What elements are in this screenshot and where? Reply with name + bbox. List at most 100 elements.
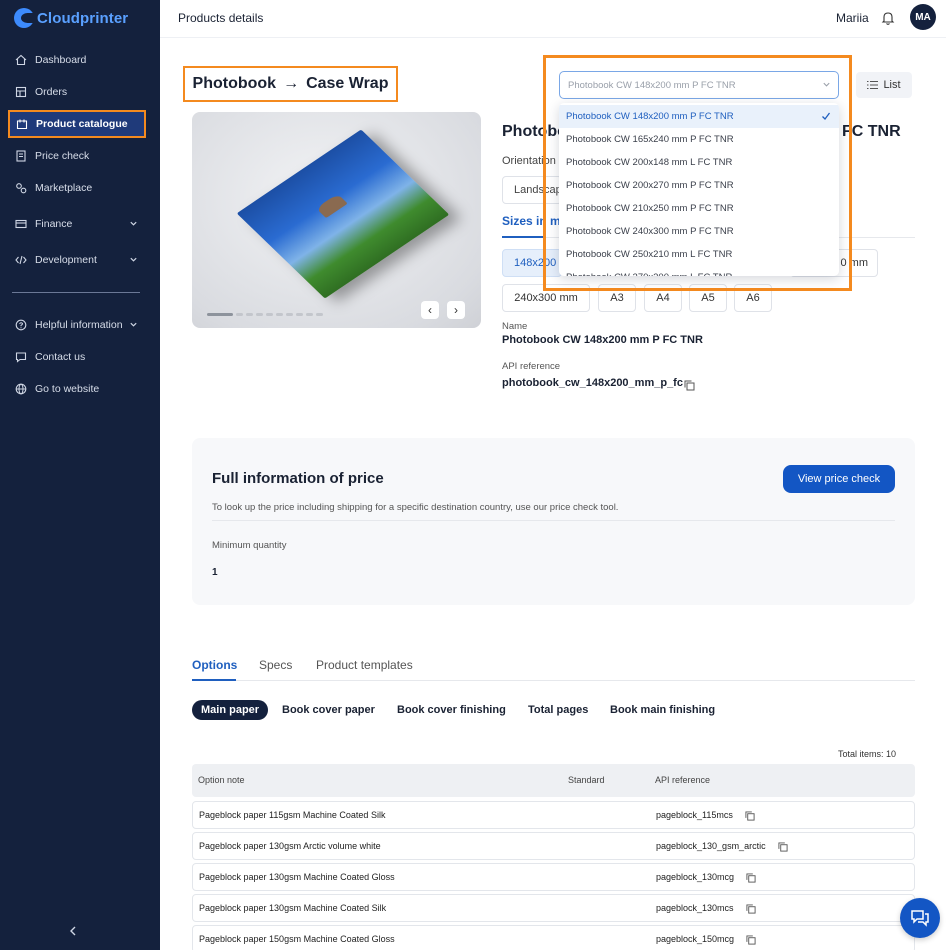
pill-book-cover-paper[interactable]: Book cover paper xyxy=(273,700,384,720)
carousel-dot[interactable] xyxy=(276,313,283,316)
product-variant-dropdown-menu: Photobook CW 148x200 mm P FC TNR Photoboo… xyxy=(559,103,839,276)
cell-api-reference: pageblock_130_gsm_arctic xyxy=(656,841,766,851)
pill-total-pages[interactable]: Total pages xyxy=(519,700,597,720)
sidebar-item-go-to-website[interactable]: Go to website xyxy=(12,376,146,402)
carousel-dot[interactable] xyxy=(316,313,323,316)
dropdown-option[interactable]: Photobook CW 148x200 mm P FC TNR xyxy=(559,105,839,128)
sidebar-item-label: Helpful information xyxy=(35,319,123,331)
sidebar-item-label: Orders xyxy=(35,86,68,98)
chevron-down-icon xyxy=(823,82,830,87)
cell-api-reference: pageblock_115mcs xyxy=(656,810,733,820)
price-info-card: Full information of price To look up the… xyxy=(192,438,915,605)
catalogue-icon xyxy=(15,117,29,131)
title-product-type: Case Wrap xyxy=(306,75,389,92)
carousel-dot[interactable] xyxy=(286,313,293,316)
price-check-icon xyxy=(14,149,28,163)
chat-icon xyxy=(14,350,28,364)
tab-options[interactable]: Options xyxy=(192,658,237,672)
marketplace-icon xyxy=(14,181,28,195)
sidebar-item-finance[interactable]: Finance xyxy=(12,211,146,237)
chevron-right-icon: › xyxy=(454,303,458,317)
table-row: Pageblock paper 130gsm Machine Coated Si… xyxy=(192,894,915,922)
carousel-next-button[interactable]: › xyxy=(447,301,465,319)
chevron-left-icon: ‹ xyxy=(428,303,432,317)
dropdown-option[interactable]: Photobook CW 270x200 mm L FC TNR xyxy=(559,266,839,276)
cell-api-reference: pageblock_130mcs xyxy=(656,903,734,913)
collapse-sidebar-icon[interactable] xyxy=(66,924,80,938)
tab-product-templates[interactable]: Product templates xyxy=(316,658,413,672)
chat-icon xyxy=(911,910,929,927)
sidebar-item-development[interactable]: Development xyxy=(12,247,146,273)
list-view-button[interactable]: List xyxy=(856,72,912,98)
logo-icon xyxy=(14,8,34,28)
product-image-carousel[interactable]: ‹ › xyxy=(192,112,481,328)
dropdown-option[interactable]: Photobook CW 250x210 mm L FC TNR xyxy=(559,243,839,266)
cell-api-reference: pageblock_130mcg xyxy=(656,872,735,882)
carousel-dot[interactable] xyxy=(207,313,233,316)
checkmark-icon xyxy=(822,112,831,120)
sidebar-item-marketplace[interactable]: Marketplace xyxy=(12,175,146,201)
carousel-dot[interactable] xyxy=(256,313,263,316)
title-category: Photobook xyxy=(192,75,277,92)
view-price-check-button[interactable]: View price check xyxy=(783,465,895,493)
select-value: Photobook CW 148x200 mm P FC TNR xyxy=(568,80,736,91)
chevron-down-icon xyxy=(130,257,137,262)
topbar: Products details Mariia MA xyxy=(160,0,946,38)
cloudprinter-logo[interactable]: Cloudprinter xyxy=(14,8,128,28)
dropdown-option[interactable]: Photobook CW 165x240 mm P FC TNR xyxy=(559,128,839,151)
avatar[interactable]: MA xyxy=(910,4,936,30)
bell-icon[interactable] xyxy=(880,10,896,26)
carousel-prev-button[interactable]: ‹ xyxy=(421,301,439,319)
help-icon xyxy=(14,318,28,332)
copy-icon[interactable] xyxy=(745,811,755,821)
column-header-option-note: Option note xyxy=(198,775,245,785)
tab-specs[interactable]: Specs xyxy=(259,658,292,672)
carousel-dot[interactable] xyxy=(306,313,313,316)
chat-support-button[interactable] xyxy=(900,898,940,938)
copy-icon[interactable] xyxy=(746,935,756,945)
pill-book-main-finishing[interactable]: Book main finishing xyxy=(601,700,724,720)
sidebar-item-orders[interactable]: Orders xyxy=(12,79,146,105)
dropdown-option[interactable]: Photobook CW 240x300 mm P FC TNR xyxy=(559,220,839,243)
sidebar-item-label: Dashboard xyxy=(35,54,87,66)
sidebar-item-dashboard[interactable]: Dashboard xyxy=(12,47,146,73)
product-variant-select[interactable]: Photobook CW 148x200 mm P FC TNR xyxy=(559,71,839,99)
sidebar-item-contact-us[interactable]: Contact us xyxy=(12,344,146,370)
chevron-down-icon xyxy=(130,221,137,226)
pill-main-paper[interactable]: Main paper xyxy=(192,700,269,720)
sidebar-item-helpful-information[interactable]: Helpful information xyxy=(12,312,146,338)
name-value: Photobook CW 148x200 mm P FC TNR xyxy=(502,334,703,346)
copy-icon[interactable] xyxy=(746,873,756,883)
dropdown-option[interactable]: Photobook CW 200x270 mm P FC TNR xyxy=(559,174,839,197)
tabs-divider xyxy=(192,680,915,681)
cell-option-note: Pageblock paper 130gsm Machine Coated Si… xyxy=(199,903,387,913)
sidebar-item-label: Finance xyxy=(35,218,73,230)
code-icon xyxy=(14,253,28,267)
price-card-divider xyxy=(212,520,895,521)
sidebar-item-product-catalogue[interactable]: Product catalogue xyxy=(8,110,146,138)
copy-icon[interactable] xyxy=(746,904,756,914)
dropdown-option[interactable]: Photobook CW 200x148 mm L FC TNR xyxy=(559,151,839,174)
minimum-quantity-value: 1 xyxy=(212,567,218,578)
carousel-dot[interactable] xyxy=(296,313,303,316)
pill-book-cover-finishing[interactable]: Book cover finishing xyxy=(388,700,515,720)
carousel-dot[interactable] xyxy=(266,313,273,316)
sidebar-item-price-check[interactable]: Price check xyxy=(12,143,146,169)
cell-option-note: Pageblock paper 130gsm Arctic volume whi… xyxy=(199,841,381,851)
carousel-dot[interactable] xyxy=(236,313,243,316)
copy-icon[interactable] xyxy=(684,380,695,391)
table-row: Pageblock paper 130gsm Arctic volume whi… xyxy=(192,832,915,860)
copy-icon[interactable] xyxy=(778,842,788,852)
api-reference-label: API reference xyxy=(502,361,561,372)
sidebar-item-label: Price check xyxy=(35,150,90,162)
home-icon xyxy=(14,53,28,67)
column-header-standard: Standard xyxy=(568,775,605,785)
chevron-down-icon xyxy=(130,322,137,327)
sidebar-item-label: Contact us xyxy=(35,351,86,363)
dropdown-option[interactable]: Photobook CW 210x250 mm P FC TNR xyxy=(559,197,839,220)
carousel-indicators xyxy=(207,313,323,316)
user-name[interactable]: Mariia xyxy=(836,11,869,25)
table-row: Pageblock paper 115gsm Machine Coated Si… xyxy=(192,801,915,829)
arrow-right-icon: → xyxy=(283,75,300,92)
carousel-dot[interactable] xyxy=(246,313,253,316)
